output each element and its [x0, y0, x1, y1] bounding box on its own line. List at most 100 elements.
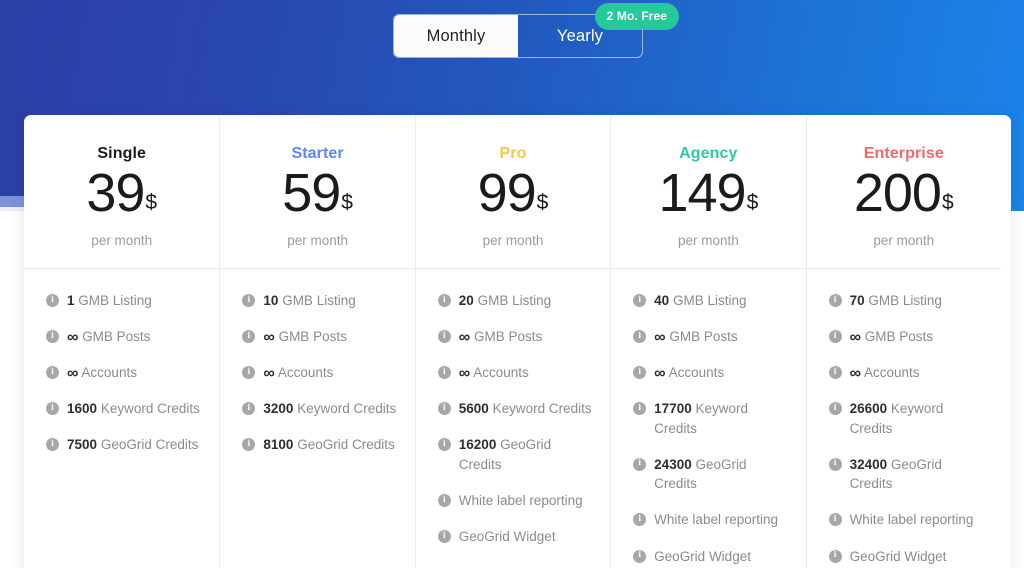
feature-name: GMB Listing: [477, 293, 552, 308]
info-icon[interactable]: i: [633, 366, 647, 380]
billing-period-toggle[interactable]: Monthly Yearly 2 Mo. Free: [393, 3, 679, 58]
info-icon[interactable]: i: [633, 402, 647, 416]
feature-label: 5600 Keyword Credits: [459, 399, 592, 419]
feature-label: ∞ Accounts: [654, 363, 724, 383]
feature-label: 70 GMB Listing: [850, 291, 942, 311]
info-icon[interactable]: i: [633, 294, 647, 307]
feature-quantity: ∞: [849, 365, 861, 383]
info-icon[interactable]: i: [437, 402, 451, 416]
feature-name: GeoGrid Widget: [458, 528, 556, 544]
plan-billing-period: per month: [482, 232, 544, 248]
feature-name: White label reporting: [654, 512, 778, 528]
feature-item: i GeoGrid Widget: [633, 547, 791, 567]
info-icon[interactable]: i: [437, 438, 451, 452]
info-icon[interactable]: i: [828, 549, 842, 563]
feature-quantity: ∞: [263, 329, 275, 347]
info-icon[interactable]: i: [242, 366, 256, 380]
feature-item: i ∞ Accounts: [46, 363, 205, 383]
feature-quantity: 40: [654, 293, 670, 308]
feature-label: 7500 GeoGrid Credits: [67, 435, 198, 455]
plan-name: Agency: [679, 145, 738, 162]
plan-column-agency: Agency 149 $ per month i 40 GMB Listing i ∞ GMB…: [610, 115, 806, 568]
feature-label: GeoGrid Widget: [850, 547, 947, 567]
feature-item: i 7500 GeoGrid Credits: [46, 435, 205, 455]
feature-label: 1600 Keyword Credits: [67, 399, 200, 419]
feature-quantity: 26600: [849, 401, 888, 417]
info-icon[interactable]: i: [437, 294, 451, 307]
plan-price-row: 149 $: [658, 166, 759, 220]
info-icon[interactable]: i: [242, 402, 256, 416]
info-icon[interactable]: i: [437, 330, 451, 344]
feature-item: i 5600 Keyword Credits: [437, 399, 596, 419]
feature-name: GMB Listing: [78, 293, 152, 308]
feature-quantity: 1: [67, 293, 75, 308]
plan-header: Single 39 $ per month: [24, 115, 220, 269]
feature-quantity: ∞: [263, 365, 275, 383]
plan-column-starter: Starter 59 $ per month i 10 GMB Listing i ∞ GMB…: [219, 115, 415, 568]
info-icon[interactable]: i: [242, 438, 256, 452]
feature-label: 26600 Keyword Credits: [850, 399, 987, 438]
info-icon[interactable]: i: [46, 294, 59, 307]
plan-price: 59: [282, 163, 341, 223]
plan-price-row: 39 $: [86, 163, 157, 223]
feature-label: ∞ Accounts: [67, 363, 137, 383]
feature-name: Accounts: [277, 365, 334, 381]
feature-name: GMB Listing: [868, 293, 942, 308]
info-icon[interactable]: i: [828, 294, 842, 307]
plan-price: 200: [853, 163, 942, 223]
info-icon[interactable]: i: [828, 330, 842, 344]
info-icon[interactable]: i: [633, 549, 647, 563]
info-icon[interactable]: i: [46, 438, 59, 452]
feature-label: ∞ GMB Posts: [67, 327, 150, 347]
feature-quantity: 24300: [654, 456, 692, 472]
plan-currency-symbol: $: [746, 191, 759, 214]
feature-name: GMB Posts: [82, 329, 151, 345]
info-icon[interactable]: i: [633, 330, 647, 344]
feature-quantity: 3200: [263, 401, 294, 417]
info-icon[interactable]: i: [828, 513, 842, 527]
feature-item: i 40 GMB Listing: [633, 291, 791, 311]
feature-label: ∞ GMB Posts: [654, 327, 737, 347]
feature-name: GMB Posts: [669, 329, 738, 345]
feature-name: GeoGrid Widget: [849, 548, 947, 564]
plan-price: 99: [477, 163, 537, 223]
feature-label: 24300 GeoGrid Credits: [654, 455, 791, 494]
info-icon[interactable]: i: [46, 330, 59, 344]
plan-feature-list: i 40 GMB Listing i ∞ GMB Posts i ∞ Accounts i 1…: [611, 269, 805, 568]
info-icon[interactable]: i: [828, 457, 842, 471]
plan-billing-period: per month: [873, 232, 935, 248]
feature-item: i 8100 GeoGrid Credits: [242, 435, 400, 455]
plan-price-row: 59 $: [282, 163, 353, 223]
feature-name: GeoGrid Widget: [654, 548, 751, 564]
feature-name: GeoGrid Credits: [297, 437, 395, 453]
plan-feature-list: i1 GMB Listing i ∞ GMB Posts i ∞ Accounts i 16…: [24, 269, 219, 481]
info-icon[interactable]: i: [46, 402, 59, 416]
feature-quantity: ∞: [458, 329, 471, 347]
feature-quantity: ∞: [67, 329, 79, 347]
info-icon[interactable]: i: [633, 513, 647, 527]
feature-quantity: ∞: [458, 365, 471, 383]
info-icon[interactable]: i: [437, 529, 451, 543]
feature-name: GeoGrid Credits: [100, 437, 199, 453]
feature-label: ∞ Accounts: [459, 363, 529, 383]
plan-price: 39: [86, 163, 145, 223]
info-icon[interactable]: i: [242, 330, 256, 344]
info-icon[interactable]: i: [242, 294, 256, 307]
feature-label: 1 GMB Listing: [67, 291, 152, 311]
info-icon[interactable]: i: [828, 402, 842, 416]
toggle-option-monthly[interactable]: Monthly: [394, 15, 518, 57]
info-icon[interactable]: i: [437, 366, 451, 380]
feature-quantity: ∞: [654, 365, 666, 383]
feature-item: i GeoGrid Widget: [828, 547, 987, 567]
feature-item: i 70 GMB Listing: [828, 291, 987, 311]
feature-label: 8100 GeoGrid Credits: [263, 435, 394, 455]
plan-name: Starter: [291, 145, 344, 162]
feature-label: GeoGrid Widget: [459, 527, 556, 547]
feature-item: i 10 GMB Listing: [242, 291, 400, 311]
feature-name: Keyword Credits: [492, 401, 592, 417]
info-icon[interactable]: i: [828, 366, 842, 380]
info-icon[interactable]: i: [437, 493, 451, 507]
info-icon[interactable]: i: [633, 457, 647, 471]
feature-name: Accounts: [473, 365, 529, 381]
info-icon[interactable]: i: [46, 366, 59, 380]
